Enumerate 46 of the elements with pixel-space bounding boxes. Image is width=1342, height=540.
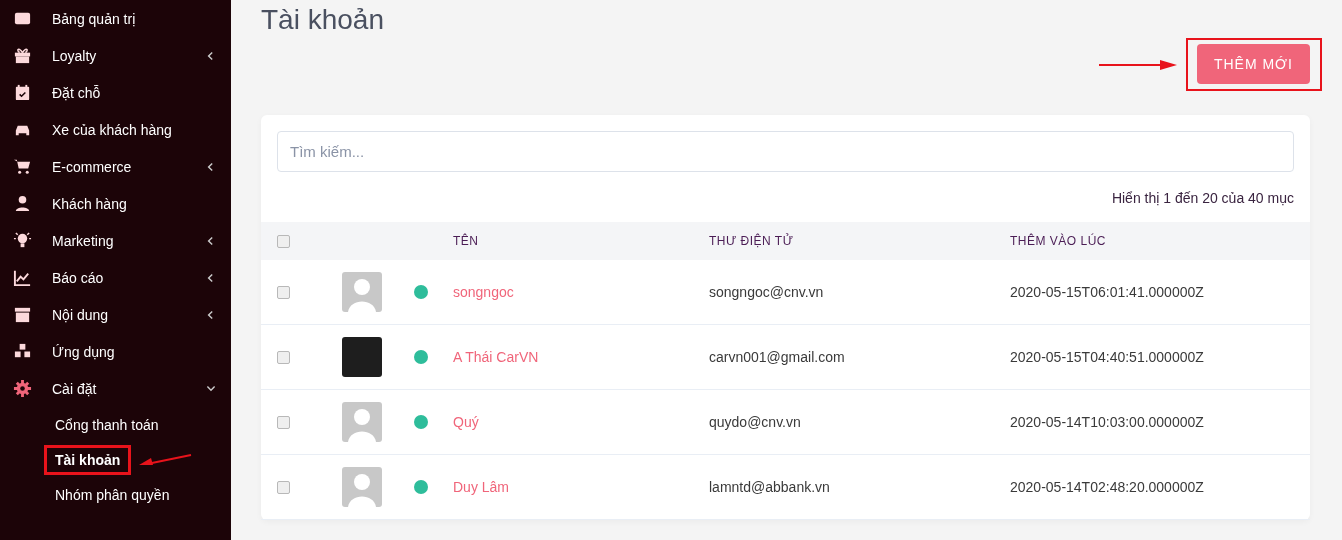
sidebar-item[interactable]: Bảng quản trị [0,0,231,37]
sidebar-item[interactable]: Nội dung [0,296,231,333]
avatar-icon [342,467,382,507]
column-header: THÊM VÀO LÚC [1010,234,1107,248]
date-cell-text: 2020-05-14T02:48:20.000000Z [1010,479,1205,495]
submenu-item[interactable]: Nhóm phân quyền [44,479,181,510]
menu-item-icon [13,305,32,324]
column-header: TÊN [453,234,480,248]
avatar-icon [342,272,382,312]
page-title: Tài khoản [261,4,385,36]
date-cell-text: 2020-05-14T10:03:00.000000Z [1010,414,1205,430]
sidebar-item[interactable]: Loyalty [0,37,231,74]
logo-image [342,337,382,377]
menu-item-icon [13,231,32,250]
avatar-icon [342,402,382,442]
menu-item-icon [13,157,32,176]
row-checkbox[interactable] [277,350,290,364]
annotation-arrow [137,451,194,468]
submenu-item[interactable]: Tài khoản [44,444,132,475]
email-cell-text: songngoc@cnv.vn [709,284,825,300]
email-cell-text: quydo@cnv.vn [709,414,802,430]
results-summary: Hiển thị 1 đến 20 của 40 mục [1110,189,1294,208]
menu-item-icon [13,83,32,102]
search-field[interactable]: Tìm kiếm... [277,131,1294,172]
row-checkbox[interactable] [277,285,290,299]
sidebar-item[interactable]: Cài đặt [0,370,231,407]
row-checkbox[interactable] [277,480,290,494]
column-header: THƯ ĐIỆN TỬ [709,234,795,248]
menu-item-icon [13,268,32,287]
sidebar-item[interactable]: Ứng dụng [0,333,231,370]
menu-item-icon [13,46,32,65]
email-cell-text: carvn001@gmail.com [709,349,846,365]
sidebar-item[interactable]: Báo cáo [0,259,231,296]
sidebar-item[interactable]: Xe của khách hàng [0,111,231,148]
menu-item-icon [13,379,32,398]
submenu-item[interactable]: Cổng thanh toán [44,409,170,440]
date-cell-text: 2020-05-15T04:40:51.000000Z [1010,349,1205,365]
date-cell-text: 2020-05-15T06:01:41.000000Z [1010,284,1205,300]
row-checkbox[interactable] [277,415,290,429]
menu-item-icon [13,194,32,213]
sidebar-item[interactable]: E-commerce [0,148,231,185]
sidebar-item[interactable]: Khách hàng [0,185,231,222]
email-cell-text: lamntd@abbank.vn [709,479,831,495]
sidebar-item[interactable]: Marketing [0,222,231,259]
select-all-checkbox[interactable] [277,234,290,248]
sidebar-item[interactable]: Đặt chỗ [0,74,231,111]
